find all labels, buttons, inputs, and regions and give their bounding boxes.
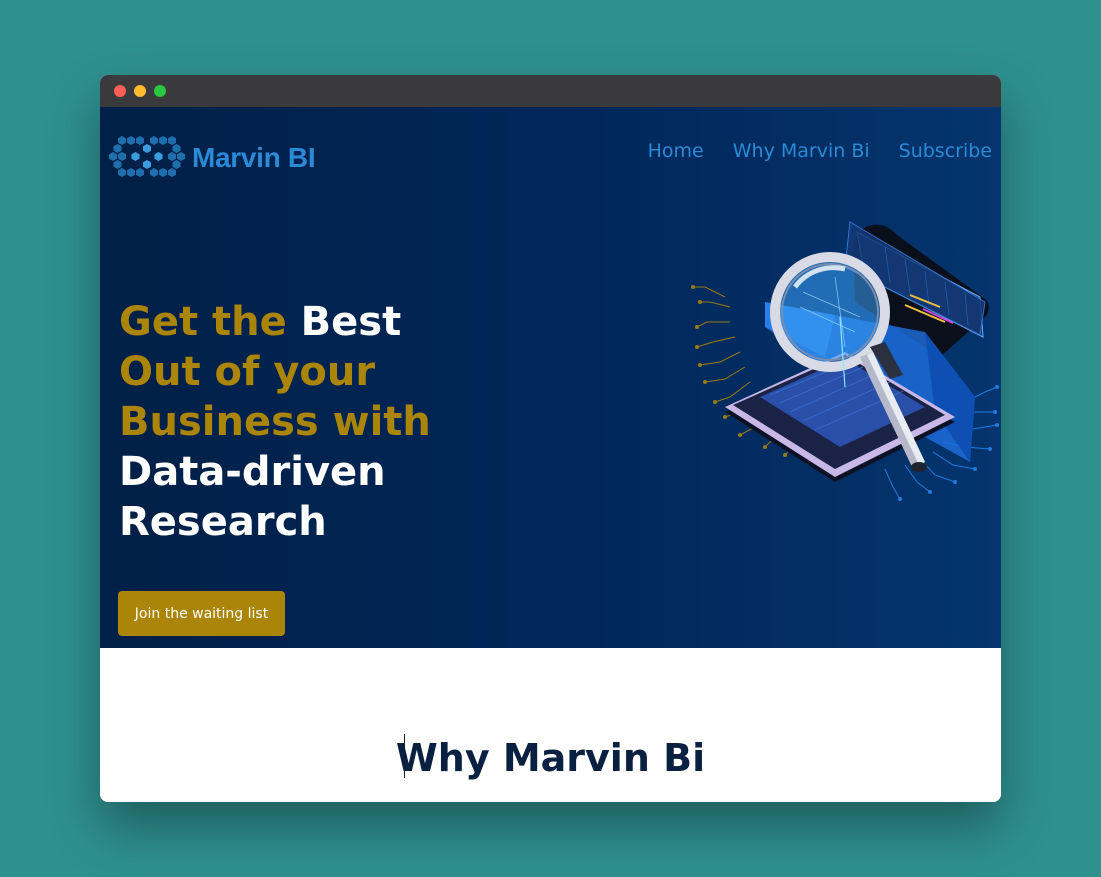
headline-part: Get the xyxy=(119,299,287,345)
nav-link-home[interactable]: Home xyxy=(648,140,704,162)
headline-part: Out of your xyxy=(119,349,376,395)
headline-highlight: Data-driven xyxy=(119,449,386,495)
nav-link-why-marvin-bi[interactable]: Why Marvin Bi xyxy=(733,140,870,162)
main-nav: Home Why Marvin Bi Subscribe xyxy=(648,140,992,162)
brand-logo[interactable]: Marvin BI xyxy=(108,134,316,182)
join-waiting-list-button[interactable]: Join the waiting list xyxy=(118,591,285,636)
headline-highlight: Research xyxy=(119,499,327,545)
headline-part: Business with xyxy=(119,399,431,445)
close-window-button[interactable] xyxy=(114,85,126,97)
hero-headline: Get the Best Out of your Business with D… xyxy=(119,297,431,547)
why-section: Why Marvin Bi xyxy=(100,648,1001,802)
window-titlebar xyxy=(100,75,1001,107)
minimize-window-button[interactable] xyxy=(134,85,146,97)
browser-window: Marvin BI Home Why Marvin Bi Subscribe G… xyxy=(100,75,1001,802)
headline-highlight: Best xyxy=(300,299,402,345)
section-title: Why Marvin Bi xyxy=(395,736,706,780)
hero-section: Marvin BI Home Why Marvin Bi Subscribe G… xyxy=(100,107,1001,648)
brand-name: Marvin BI xyxy=(192,142,316,173)
hexagon-network-icon xyxy=(109,136,185,177)
magnifying-glass-laptop-illustration xyxy=(691,221,999,501)
maximize-window-button[interactable] xyxy=(154,85,166,97)
nav-link-subscribe[interactable]: Subscribe xyxy=(899,140,992,162)
